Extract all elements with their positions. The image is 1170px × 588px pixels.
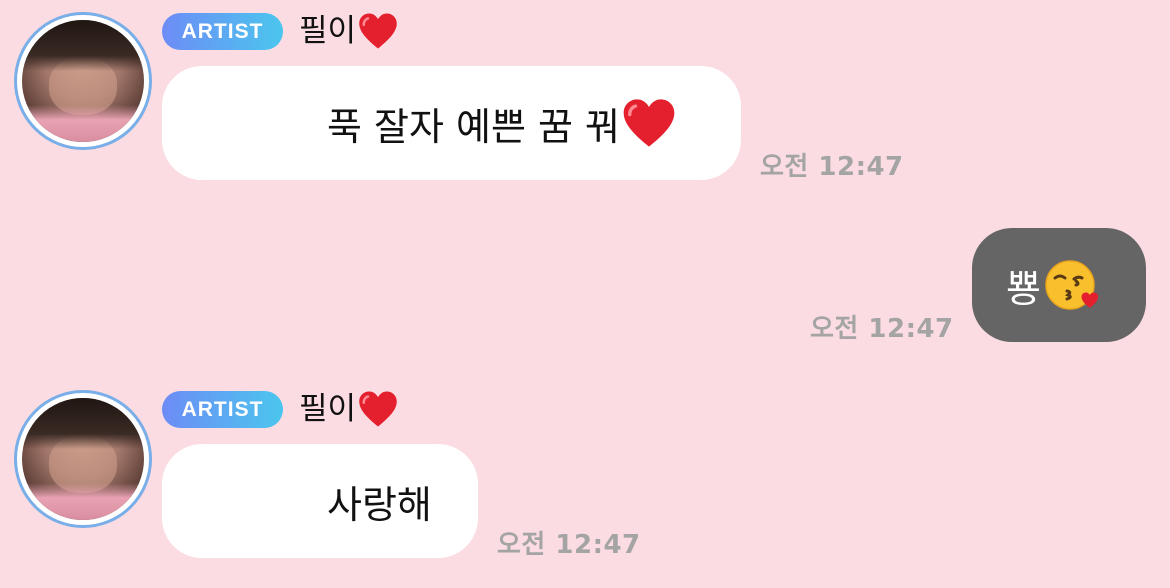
artist-badge: ARTIST <box>162 391 283 428</box>
artist-avatar[interactable] <box>14 12 152 150</box>
artist-badge: ARTIST <box>162 13 283 50</box>
message-timestamp: 오전 12:47 <box>497 530 641 560</box>
message-text: 뿅 <box>1006 266 1041 311</box>
message-timestamp: 오전 12:47 <box>760 152 904 182</box>
message-text: 푹 잘자 예쁜 꿈 꿔 <box>327 104 621 149</box>
message-text: 사랑해 <box>327 482 432 527</box>
sender-name-text: 필이 <box>299 13 357 49</box>
artist-avatar[interactable] <box>14 390 152 528</box>
sender-name: 필이 <box>299 387 398 431</box>
avatar-photo <box>22 398 144 520</box>
red-heart-icon <box>622 96 676 150</box>
face-blowing-kiss-icon <box>1045 260 1099 310</box>
message-bubble[interactable]: 푹 잘자 예쁜 꿈 꿔 <box>162 66 741 180</box>
red-heart-icon <box>358 389 398 429</box>
message-bubble[interactable]: 뿅 <box>972 228 1146 342</box>
avatar-photo <box>22 20 144 142</box>
message-bubble[interactable]: 사랑해 <box>162 444 478 558</box>
message-timestamp: 오전 12:47 <box>810 314 954 344</box>
red-heart-icon <box>358 11 398 51</box>
sender-name-text: 필이 <box>299 391 357 427</box>
sender-name: 필이 <box>299 9 398 53</box>
